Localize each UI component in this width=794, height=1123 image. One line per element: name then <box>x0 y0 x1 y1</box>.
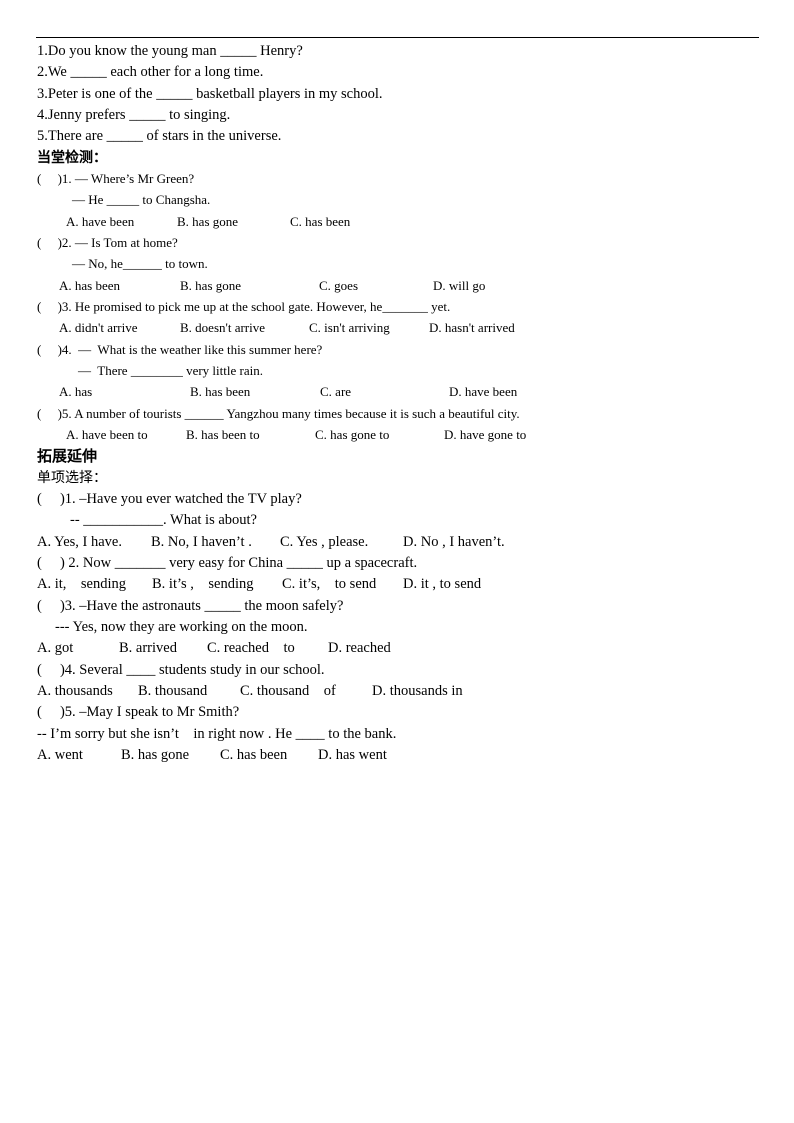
s2-q4-stem: ( )4. Several ____ students study in our… <box>37 662 325 678</box>
section-heading-class-test: 当堂检测： <box>37 150 107 166</box>
section-heading-extension: 拓展延伸 <box>37 447 98 465</box>
s2-q3-stem: ( )3. –Have the astronauts _____ the moo… <box>37 598 344 614</box>
s2-q5-answer-line: -- I’m sorry but she isn’t in right now … <box>37 726 397 742</box>
s1-q3-option-d: D. hasn't arrived <box>429 320 515 335</box>
s1-q2-option-c: C. goes <box>319 278 358 293</box>
s2-q1-option-b: B. No, I haven’t . <box>151 534 252 550</box>
s2-q1-stem: ( )1. –Have you ever watched the TV play… <box>37 491 302 507</box>
s1-q1-option-a: A. have been <box>66 214 135 229</box>
s2-q3-option-d: D. reached <box>328 640 391 656</box>
s1-q5-stem: ( )5. A number of tourists ______ Yangzh… <box>37 406 520 421</box>
s1-q3-option-c: C. isn't arriving <box>309 320 390 335</box>
s2-q4-option-c: C. thousand of <box>240 683 336 699</box>
fill-in-item-3: 3.Peter is one of the _____ basketball p… <box>37 86 383 102</box>
s1-q2-answer-line: — No, he______ to town. <box>72 256 208 271</box>
s2-q5-option-c: C. has been <box>220 747 288 763</box>
section-subheading-single-choice: 单项选择： <box>37 470 107 486</box>
s2-q1-option-c: C. Yes , please. <box>280 534 369 550</box>
s1-q4-answer-line: — There ________ very little rain. <box>78 363 263 378</box>
s2-q3-option-a: A. got <box>37 640 74 656</box>
s2-q4-option-d: D. thousands in <box>372 683 463 699</box>
s1-q1-option-c: C. has been <box>290 214 351 229</box>
s1-q1-stem: ( )1. — Where’s Mr Green? <box>37 171 195 186</box>
s1-q2-option-a: A. has been <box>59 278 121 293</box>
s1-q5-option-c: C. has gone to <box>315 427 390 442</box>
s1-q3-stem: ( )3. He promised to pick me up at the s… <box>37 299 451 314</box>
s1-q2-stem: ( )2. — Is Tom at home? <box>37 235 178 250</box>
s2-q1-option-d: D. No , I haven’t. <box>403 534 505 550</box>
s2-q4-option-b: B. thousand <box>138 683 208 699</box>
s1-q4-option-c: C. are <box>320 384 352 399</box>
s1-q5-option-d: D. have gone to <box>444 427 527 442</box>
s2-q5-option-a: A. went <box>37 747 83 763</box>
s2-q2-stem: ( ) 2. Now _______ very easy for China _… <box>37 555 418 571</box>
s2-q1-answer-line: -- ___________. What is about? <box>70 512 257 528</box>
s1-q2-option-d: D. will go <box>433 278 486 293</box>
s2-q5-option-d: D. has went <box>318 747 387 763</box>
s2-q2-option-b: B. it’s , sending <box>152 576 254 592</box>
s2-q5-stem: ( )5. –May I speak to Mr Smith? <box>37 704 240 720</box>
s1-q3-option-b: B. doesn't arrive <box>180 320 266 335</box>
s1-q4-option-d: D. have been <box>449 384 518 399</box>
fill-in-item-5: 5.There are _____ of stars in the univer… <box>37 128 282 144</box>
s1-q4-option-b: B. has been <box>190 384 251 399</box>
s2-q2-option-a: A. it, sending <box>37 576 127 592</box>
header-rule <box>36 37 759 38</box>
s2-q3-option-b: B. arrived <box>119 640 177 656</box>
s2-q4-option-a: A. thousands <box>37 683 113 699</box>
s2-q2-option-c: C. it’s, to send <box>282 576 377 592</box>
s1-q2-option-b: B. has gone <box>180 278 242 293</box>
s1-q4-stem: ( )4. — What is the weather like this su… <box>37 342 323 357</box>
s2-q3-answer-line: --- Yes, now they are working on the moo… <box>55 619 308 635</box>
s1-q1-option-b: B. has gone <box>177 214 239 229</box>
s2-q5-option-b: B. has gone <box>121 747 190 763</box>
s1-q4-option-a: A. has <box>59 384 93 399</box>
s2-q1-option-a: A. Yes, I have. <box>37 534 122 550</box>
s1-q1-answer-line: — He _____ to Changsha. <box>72 192 211 207</box>
fill-in-item-4: 4.Jenny prefers _____ to singing. <box>37 107 231 123</box>
s1-q3-option-a: A. didn't arrive <box>59 320 138 335</box>
fill-in-item-2: 2.We _____ each other for a long time. <box>37 64 264 80</box>
s1-q5-option-a: A. have been to <box>66 427 148 442</box>
s1-q5-option-b: B. has been to <box>186 427 260 442</box>
fill-in-item-1: 1.Do you know the young man _____ Henry? <box>37 43 303 59</box>
s2-q2-option-d: D. it , to send <box>403 576 482 592</box>
s2-q3-option-c: C. reached to <box>207 640 295 656</box>
